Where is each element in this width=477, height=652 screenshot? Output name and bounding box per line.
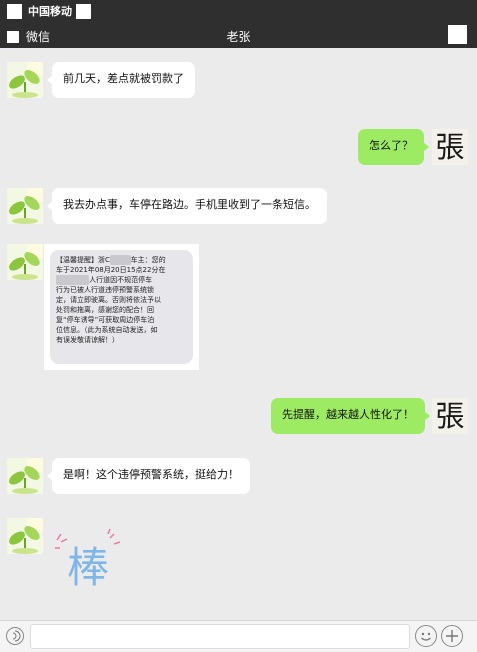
plant-avatar-icon — [7, 458, 43, 494]
input-bar — [0, 620, 477, 652]
contact-avatar[interactable] — [7, 188, 43, 224]
sticker-text: 棒 — [67, 543, 109, 592]
sms-text: 车于2021年08月20日15点22分在 — [56, 266, 166, 274]
plus-icon — [446, 630, 458, 642]
status-bar: 中国移动 — [0, 0, 477, 22]
message-bubble[interactable]: 是啊！这个违停预警系统，挺给力！ — [47, 458, 250, 494]
more-button[interactable] — [441, 625, 463, 647]
plant-avatar-icon — [7, 188, 43, 224]
nav-bar: 微信 老张 — [0, 22, 477, 48]
emoji-button[interactable] — [415, 625, 437, 647]
my-avatar[interactable]: 張 — [432, 129, 468, 165]
message-bubble[interactable]: 我去办点事，车停在路边。手机里收到了一条短信。 — [47, 188, 327, 224]
status-icon — [7, 3, 22, 19]
sms-text: 定，请立即驶离。否则将依法予以 — [56, 296, 161, 304]
message-input[interactable] — [30, 624, 410, 649]
sms-text: 行为已被人行道违停预警系统锁 — [56, 286, 154, 294]
carrier-label: 中国移动 — [28, 5, 72, 18]
voice-icon — [12, 630, 21, 642]
sms-screenshot: 【温馨提醒】浙Cxxxxx车主：您的 车于2021年08月20日15点22分在 … — [50, 250, 193, 364]
blurred-location: xxxxxxxx — [56, 275, 90, 285]
sms-text: 人行道因不规范停车 — [89, 276, 153, 284]
signal-icon — [76, 3, 91, 19]
chat-title: 老张 — [226, 30, 251, 44]
contact-avatar[interactable] — [7, 244, 43, 280]
contact-avatar[interactable] — [7, 458, 43, 494]
sticker-graphic: 棒 — [55, 528, 121, 592]
chat-info-button[interactable] — [448, 25, 467, 44]
blurred-plate: xxxxx — [109, 255, 131, 265]
smiley-icon — [421, 632, 431, 641]
plant-avatar-icon — [7, 518, 43, 554]
avatar-char: 張 — [435, 129, 465, 164]
sms-text: 【温馨提醒】浙C — [56, 256, 110, 264]
plant-avatar-icon — [7, 62, 43, 98]
plant-avatar-icon — [7, 244, 43, 280]
message-bubble[interactable]: 先提醒，越来越人性化了！ — [271, 398, 430, 434]
sms-text: 位信息。（此为系统自动发送，如 — [56, 326, 158, 334]
message-bubble[interactable]: 怎么了？ — [358, 129, 429, 165]
sticker-message[interactable]: 棒 — [52, 526, 124, 598]
contact-avatar[interactable] — [7, 518, 43, 554]
avatar-char: 張 — [435, 398, 465, 433]
contact-avatar[interactable] — [7, 62, 43, 98]
message-bubble[interactable]: 前几天，差点就被罚款了 — [47, 62, 195, 98]
sms-text: 车主：您的 — [130, 256, 166, 264]
my-avatar[interactable]: 張 — [432, 398, 468, 434]
sms-text: 复“停车诱导”可获取周边停车泊 — [56, 316, 155, 324]
chat-area[interactable]: 前几天，差点就被罚款了 怎么了？ 張 我去办点事，车停在路边。手机里收到了一条短… — [0, 48, 477, 620]
sms-text: 处罚和拖离，感谢您的配合！回 — [56, 306, 154, 314]
image-message[interactable]: 【温馨提醒】浙Cxxxxx车主：您的 车于2021年08月20日15点22分在 … — [44, 244, 199, 370]
voice-input-button[interactable] — [6, 627, 24, 645]
sms-text: 有误发敬请谅解！） — [56, 336, 119, 344]
